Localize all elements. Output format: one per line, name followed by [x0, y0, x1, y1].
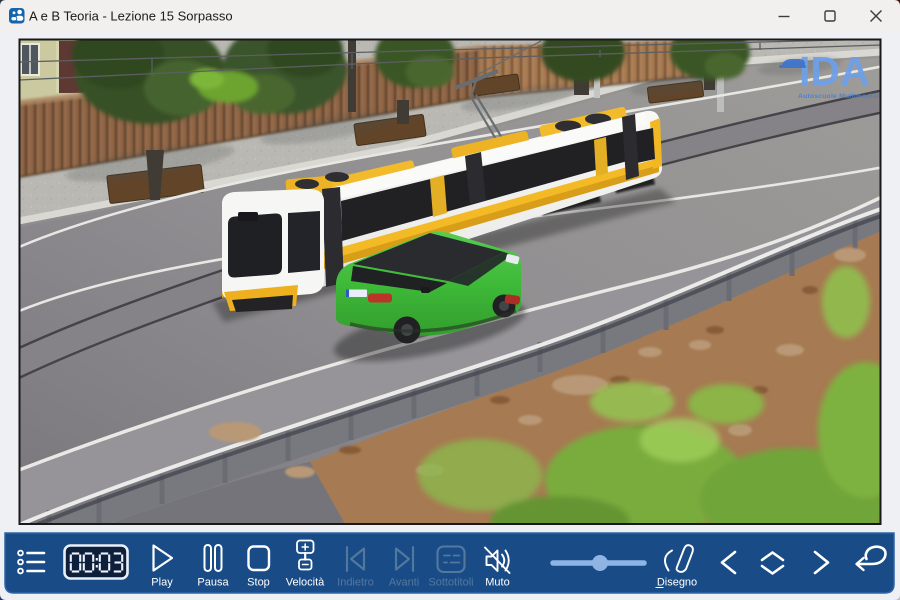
svg-text:Velocità: Velocità — [286, 577, 325, 589]
svg-text:A e B Teoria - Lezione 15 Sorp: A e B Teoria - Lezione 15 Sorpasso — [29, 9, 233, 24]
svg-text:Muto: Muto — [485, 577, 509, 589]
svg-text:Stop: Stop — [247, 577, 270, 589]
svg-text:Disegno: Disegno — [657, 577, 697, 589]
svg-text:IDA: IDA — [799, 48, 870, 94]
svg-text:Pausa: Pausa — [197, 577, 229, 589]
svg-text:Sottotitoli: Sottotitoli — [428, 577, 473, 589]
svg-text:Autoscuole Multimediali: Autoscuole Multimediali — [798, 93, 881, 100]
svg-text:Indietro: Indietro — [337, 577, 374, 589]
svg-text:Avanti: Avanti — [389, 577, 419, 589]
svg-text:Play: Play — [151, 577, 173, 589]
